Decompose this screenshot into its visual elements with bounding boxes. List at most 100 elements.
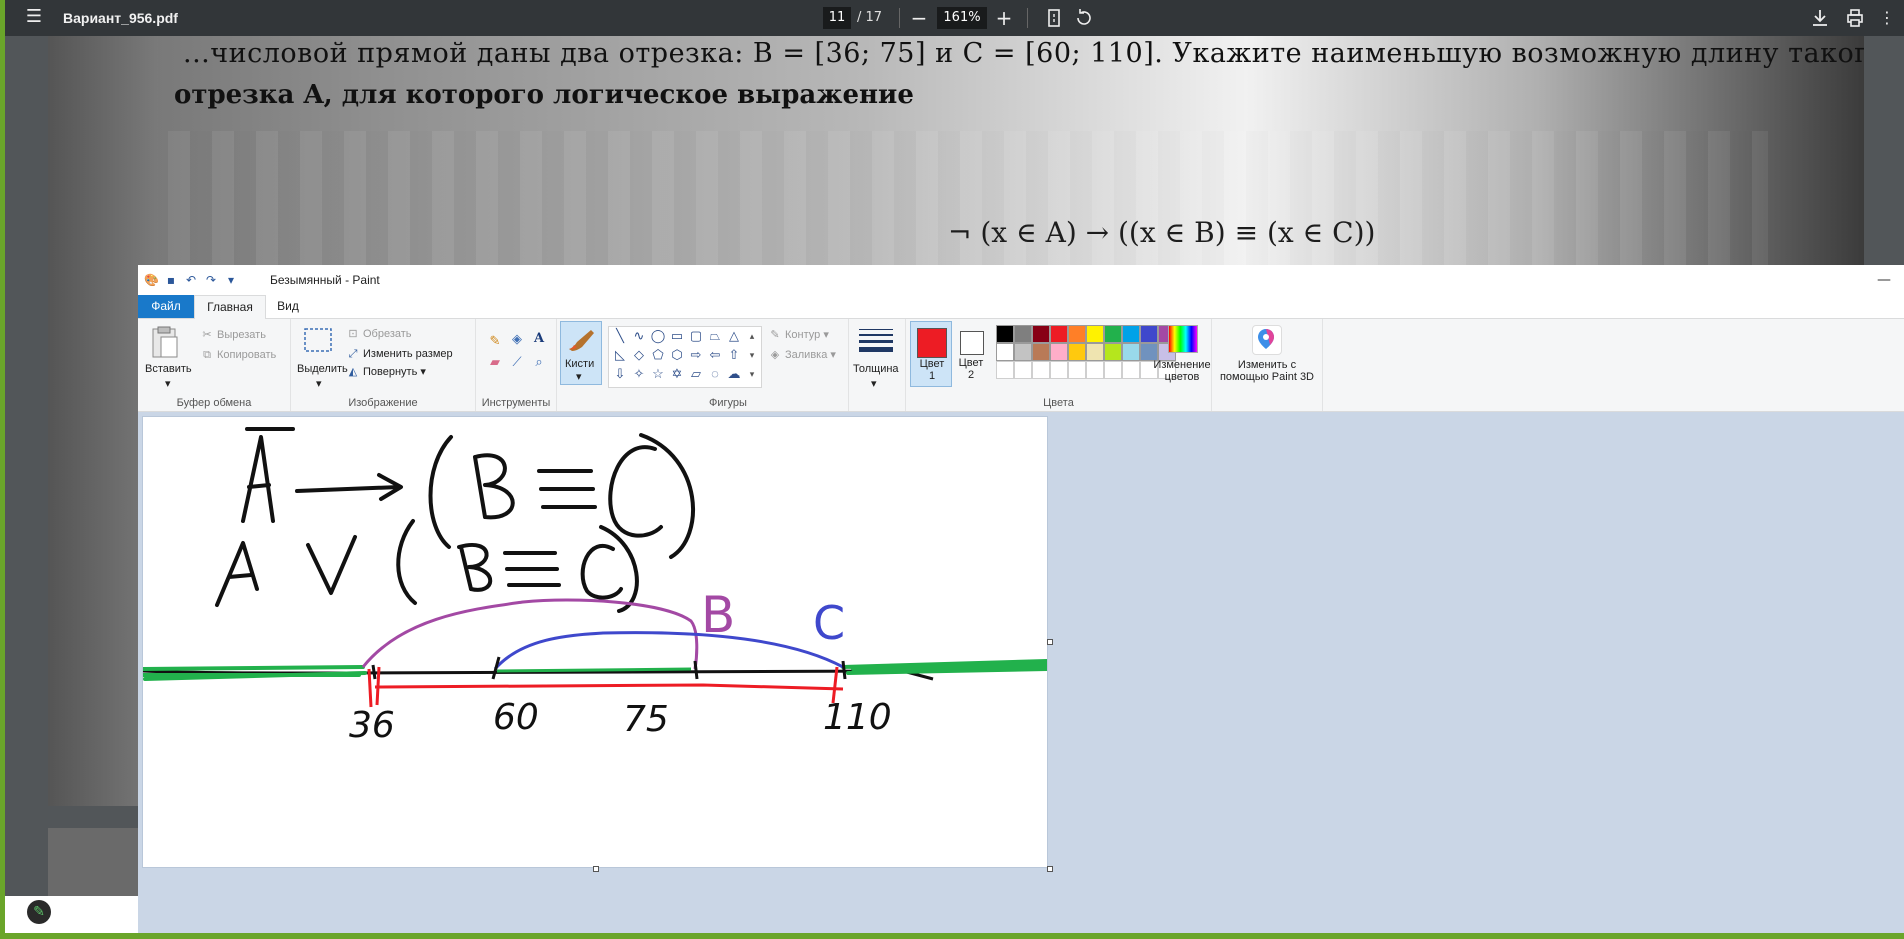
more-icon[interactable]: ⋮ <box>1875 6 1899 30</box>
palette-swatch[interactable] <box>1104 325 1122 343</box>
five-point-star-icon[interactable]: ☆ <box>649 365 667 383</box>
palette-custom-slot[interactable] <box>1014 361 1032 379</box>
redo-icon[interactable]: ↷ <box>204 273 218 287</box>
magnifier-icon[interactable]: ⌕ <box>530 353 548 371</box>
paint3d-icon[interactable] <box>1252 325 1282 355</box>
callout-rect-icon[interactable]: ▱ <box>687 365 705 383</box>
paint-app-icon[interactable]: 🎨 <box>144 273 159 287</box>
edit-colors-icon[interactable] <box>1168 325 1198 353</box>
customize-qat-icon[interactable]: ▾ <box>224 273 238 287</box>
fill-bucket-icon[interactable]: ◈ <box>508 330 526 348</box>
zoom-level-input[interactable]: 161% <box>937 7 987 29</box>
palette-custom-slot[interactable] <box>1050 361 1068 379</box>
oval-shape-icon[interactable]: ◯ <box>649 327 667 345</box>
left-arrow-shape-icon[interactable]: ⇦ <box>706 346 724 364</box>
paste-icon[interactable] <box>148 325 180 358</box>
palette-custom-slot[interactable] <box>1122 361 1140 379</box>
rotate-button[interactable]: ◭ Повернуть ▾ <box>346 365 426 379</box>
print-icon[interactable] <box>1843 6 1867 30</box>
select-dropdown-icon[interactable]: ▾ <box>316 377 322 390</box>
palette-swatch[interactable] <box>1086 343 1104 361</box>
tab-view[interactable]: Вид <box>268 295 308 318</box>
tab-home[interactable]: Главная <box>194 295 266 319</box>
canvas-resize-handle-right[interactable] <box>1047 639 1053 645</box>
palette-swatch[interactable] <box>1068 325 1086 343</box>
six-point-star-icon[interactable]: ✡ <box>668 365 686 383</box>
select-button[interactable]: Выделить <box>297 363 348 375</box>
diamond-shape-icon[interactable]: ◇ <box>630 346 648 364</box>
paste-dropdown-icon[interactable]: ▾ <box>165 377 171 390</box>
rounded-rectangle-shape-icon[interactable]: ▢ <box>687 327 705 345</box>
palette-swatch[interactable] <box>1014 325 1032 343</box>
palette-swatch[interactable] <box>1050 325 1068 343</box>
thickness-button[interactable]: Толщина <box>853 363 899 375</box>
up-arrow-shape-icon[interactable]: ⇧ <box>725 346 743 364</box>
shapes-scroll-up[interactable]: ▴ <box>743 327 761 345</box>
canvas-resize-handle-bottom[interactable] <box>593 866 599 872</box>
crop-button[interactable]: ⊡ Обрезать <box>346 327 411 341</box>
outline-button[interactable]: ✎ Контур ▾ <box>768 328 828 342</box>
resize-button[interactable]: ⤢ Изменить размер <box>346 347 453 361</box>
edit-colors-button[interactable]: Изменение цветов <box>1152 359 1212 383</box>
pen-icon[interactable]: ✎ <box>27 900 51 924</box>
thickness-dropdown-icon[interactable]: ▾ <box>871 377 877 390</box>
callout-oval-icon[interactable]: ◌ <box>706 365 724 383</box>
minimize-button[interactable]: — <box>1874 265 1894 295</box>
callout-cloud-icon[interactable]: ☁ <box>725 365 743 383</box>
tab-file[interactable]: Файл <box>138 295 194 318</box>
right-triangle-shape-icon[interactable]: ◺ <box>611 346 629 364</box>
eraser-icon[interactable]: ▰ <box>486 353 504 371</box>
rotate-icon[interactable] <box>1072 6 1096 30</box>
palette-swatch[interactable] <box>1140 325 1158 343</box>
paint-canvas[interactable]: B C 36 60 75 110 <box>143 417 1047 867</box>
palette-swatch[interactable] <box>1104 343 1122 361</box>
triangle-shape-icon[interactable]: △ <box>725 327 743 345</box>
color2-button[interactable]: Цвет 2 <box>952 321 990 385</box>
select-icon[interactable] <box>303 327 335 359</box>
line-shape-icon[interactable]: ╲ <box>611 327 629 345</box>
hexagon-shape-icon[interactable]: ⬡ <box>668 346 686 364</box>
undo-icon[interactable]: ↶ <box>184 273 198 287</box>
cut-button[interactable]: ✂ Вырезать <box>200 328 266 342</box>
shapes-scroll-down[interactable]: ▾ <box>743 346 761 364</box>
save-icon[interactable]: ▪ <box>164 273 178 287</box>
palette-swatch[interactable] <box>1050 343 1068 361</box>
zoom-out-button[interactable]: − <box>905 4 933 32</box>
paint3d-button[interactable]: Изменить с помощью Paint 3D <box>1216 359 1318 383</box>
zoom-in-button[interactable]: + <box>990 4 1018 32</box>
pencil-icon[interactable]: ✎ <box>486 332 504 350</box>
fit-page-icon[interactable] <box>1042 6 1066 30</box>
text-tool-icon[interactable]: A <box>530 330 548 348</box>
right-arrow-shape-icon[interactable]: ⇨ <box>687 346 705 364</box>
four-point-star-icon[interactable]: ✧ <box>630 365 648 383</box>
palette-swatch[interactable] <box>1122 343 1140 361</box>
brushes-button[interactable]: Кисти ▾ <box>560 321 602 385</box>
palette-custom-slot[interactable] <box>1068 361 1086 379</box>
palette-swatch[interactable] <box>996 325 1014 343</box>
brushes-dropdown-icon[interactable]: ▾ <box>576 370 582 383</box>
palette-swatch[interactable] <box>996 343 1014 361</box>
palette-custom-slot[interactable] <box>996 361 1014 379</box>
palette-swatch[interactable] <box>1122 325 1140 343</box>
thickness-icon[interactable] <box>859 325 893 355</box>
download-icon[interactable] <box>1808 6 1832 30</box>
palette-custom-slot[interactable] <box>1086 361 1104 379</box>
paste-button[interactable]: Вставить <box>145 363 192 375</box>
copy-button[interactable]: ⧉ Копировать <box>200 348 276 362</box>
palette-swatch[interactable] <box>1068 343 1086 361</box>
pentagon-shape-icon[interactable]: ⬠ <box>649 346 667 364</box>
color1-button[interactable]: Цвет 1 <box>910 321 952 387</box>
down-arrow-shape-icon[interactable]: ⇩ <box>611 365 629 383</box>
palette-custom-slot[interactable] <box>1032 361 1050 379</box>
page-number-input[interactable]: 11 <box>823 7 851 29</box>
fill-button[interactable]: ◈ Заливка ▾ <box>768 348 836 362</box>
palette-swatch[interactable] <box>1032 343 1050 361</box>
menu-icon[interactable]: ☰ <box>23 8 45 28</box>
color-picker-icon[interactable]: ⟋ <box>508 353 526 371</box>
palette-custom-slot[interactable] <box>1104 361 1122 379</box>
palette-swatch[interactable] <box>1014 343 1032 361</box>
curve-shape-icon[interactable]: ∿ <box>630 327 648 345</box>
rectangle-shape-icon[interactable]: ▭ <box>668 327 686 345</box>
canvas-resize-handle-corner[interactable] <box>1047 866 1053 872</box>
shapes-expand[interactable]: ▾ <box>743 365 761 383</box>
